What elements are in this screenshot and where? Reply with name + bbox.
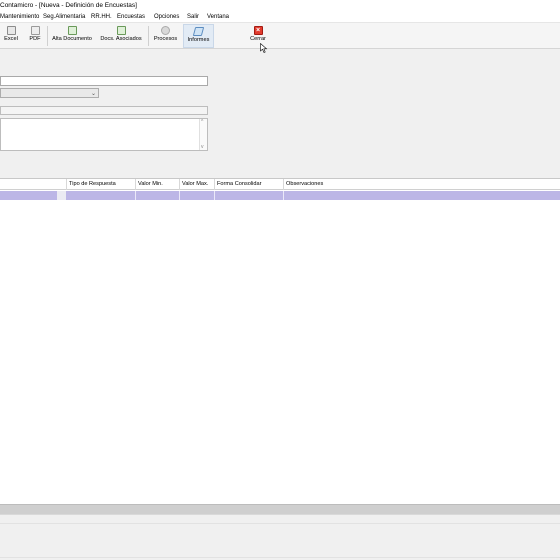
menu-bar: Mantenimiento Seg.Alimentaria RR.HH. Enc… [0, 12, 560, 23]
menu-seg-alimentaria[interactable]: Seg.Alimentaria [43, 14, 85, 20]
table-row[interactable] [0, 191, 560, 200]
column-header-valor-min[interactable]: Valor Min. [138, 181, 163, 187]
column-header-valor-max[interactable]: Valor Max. [182, 181, 208, 187]
column-divider[interactable] [135, 179, 136, 190]
scroll-down-icon[interactable]: v [201, 144, 204, 150]
mouse-cursor-icon [260, 43, 268, 53]
window-title: Contamicro - [Nueva - Definición de Encu… [0, 2, 137, 9]
notes-textarea[interactable]: ^ v [0, 118, 208, 151]
cell-divider [283, 191, 284, 200]
description-field[interactable] [0, 76, 208, 86]
column-divider[interactable] [66, 179, 67, 190]
column-divider[interactable] [283, 179, 284, 190]
menu-ventana[interactable]: Ventana [207, 14, 229, 20]
informes-button[interactable]: Informes [183, 24, 214, 48]
procesos-button[interactable]: Procesos [151, 24, 180, 48]
status-bar [0, 514, 560, 560]
toolbar: Excel PDF Alta Documento Docs. Asociados… [0, 23, 560, 49]
column-divider[interactable] [179, 179, 180, 190]
chevron-down-icon: ⌄ [90, 91, 96, 97]
docs-asociados-button[interactable]: Docs. Asociados [97, 24, 145, 48]
title-bar: Contamicro - [Nueva - Definición de Encu… [0, 0, 560, 12]
toolbar-separator [47, 26, 48, 46]
column-divider[interactable] [214, 179, 215, 190]
cell-divider [179, 191, 180, 200]
cell-divider [214, 191, 215, 200]
notes-scrollbar[interactable]: ^ v [199, 119, 207, 150]
processes-icon [161, 26, 170, 35]
menu-rrhh[interactable]: RR.HH. [91, 14, 112, 20]
status-divider [0, 523, 560, 524]
reports-icon [192, 27, 205, 36]
row-cell-spacer [57, 191, 66, 200]
associated-docs-icon [116, 26, 126, 35]
alta-documento-button[interactable]: Alta Documento [50, 24, 94, 48]
menu-opciones[interactable]: Opciones [154, 14, 179, 20]
cell-divider [135, 191, 136, 200]
menu-encuestas[interactable]: Encuestas [117, 14, 145, 20]
excel-icon [6, 26, 16, 35]
menu-salir[interactable]: Salir [187, 14, 199, 20]
pdf-button[interactable]: PDF [26, 24, 44, 48]
new-document-icon [67, 26, 77, 35]
status-divider [0, 557, 560, 558]
type-combobox[interactable]: ⌄ [0, 88, 99, 98]
excel-button[interactable]: Excel [2, 24, 20, 48]
menu-mantenimiento[interactable]: Mantenimiento [0, 14, 39, 20]
column-header-forma-consolidar[interactable]: Forma Consolidar [217, 181, 261, 187]
survey-items-grid: Tipo de Respuesta Valor Min. Valor Max. … [0, 178, 560, 504]
scroll-up-icon[interactable]: ^ [201, 119, 203, 125]
column-header-tipo-respuesta[interactable]: Tipo de Respuesta [69, 181, 116, 187]
secondary-field[interactable] [0, 106, 208, 115]
toolbar-separator [148, 26, 149, 46]
close-icon: × [253, 26, 263, 35]
pdf-icon [30, 26, 40, 35]
horizontal-scrollbar[interactable] [0, 504, 560, 514]
grid-header: Tipo de Respuesta Valor Min. Valor Max. … [0, 179, 560, 190]
column-header-observaciones[interactable]: Observaciones [286, 181, 323, 187]
